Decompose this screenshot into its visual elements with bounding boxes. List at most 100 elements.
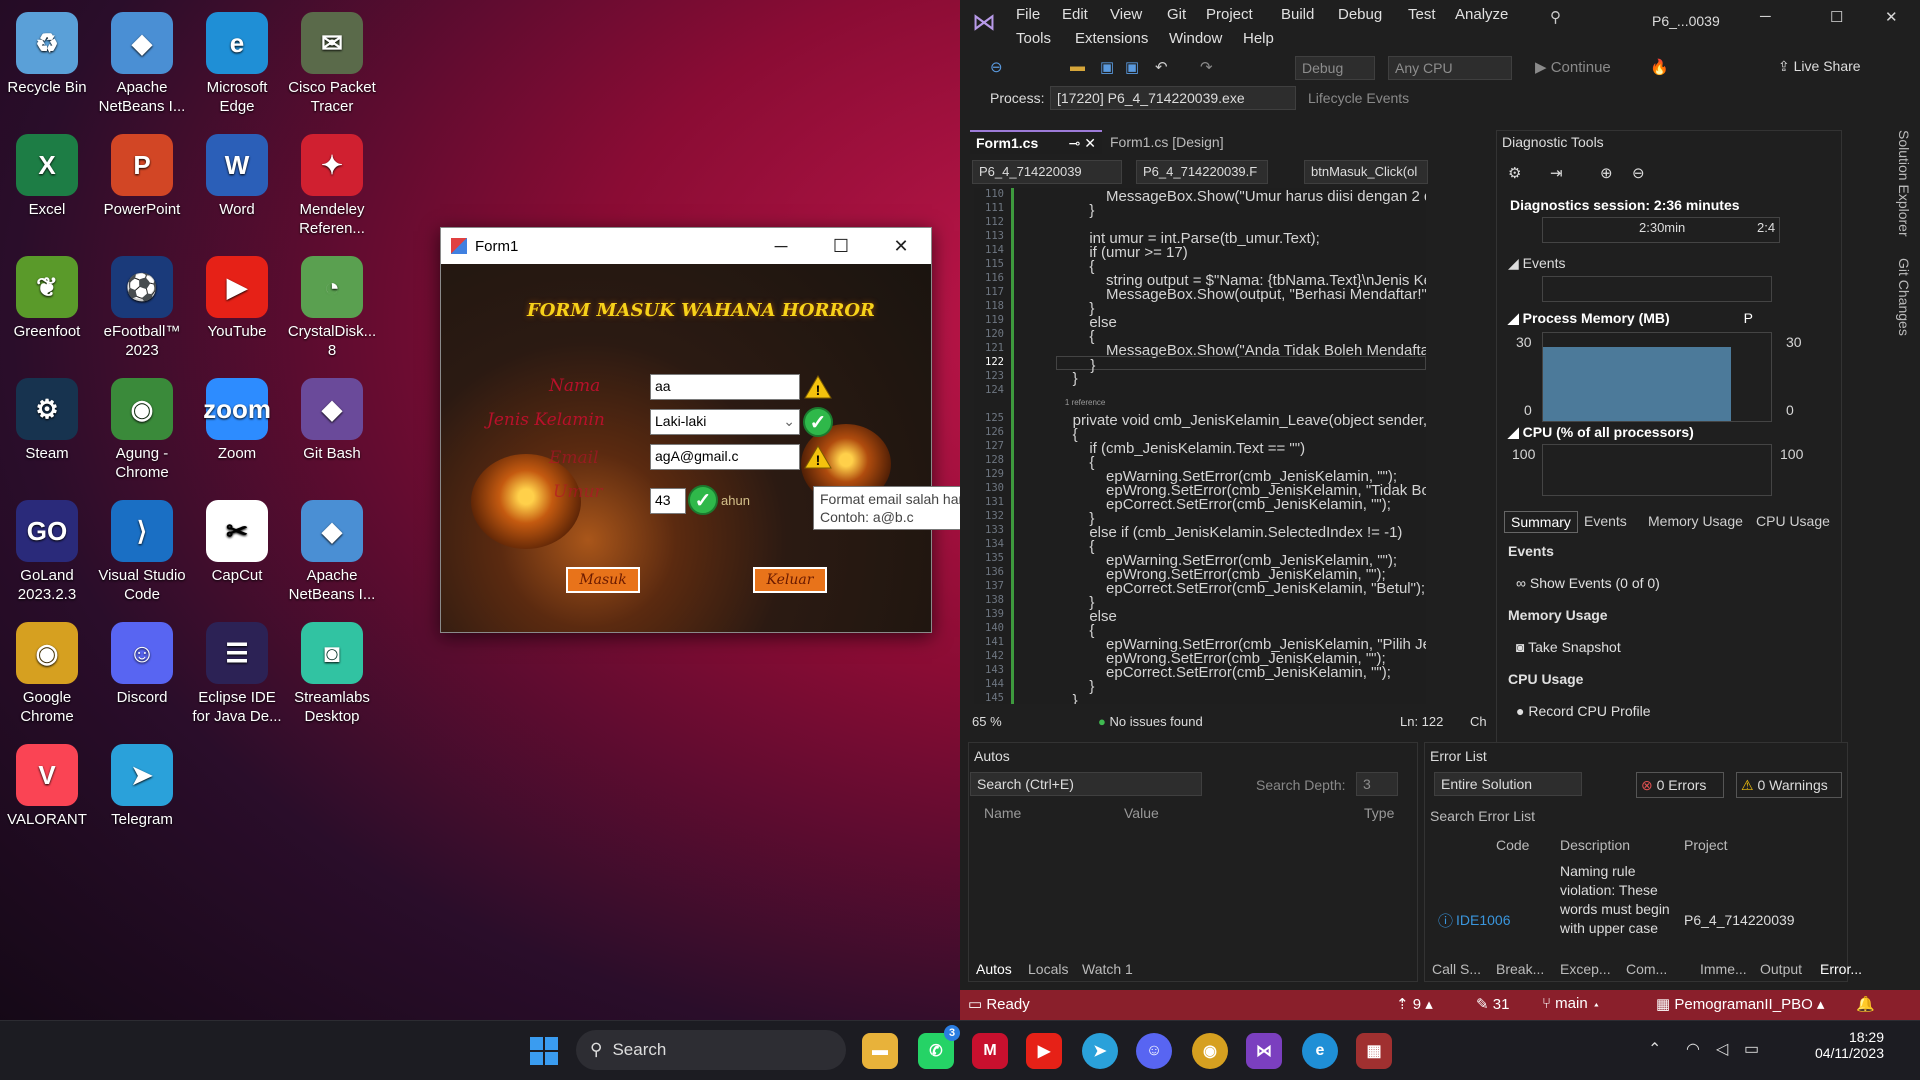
code-line[interactable]: epWrong.SetError(cmb_JenisKelamin, "");	[1056, 650, 1386, 667]
search-icon[interactable]: ⚲	[1550, 8, 1561, 26]
diag-tab-cpu-usage[interactable]: CPU Usage	[1750, 511, 1836, 533]
status-up[interactable]: ⇡ 9 ▴	[1396, 995, 1433, 1013]
tab-form1-design[interactable]: Form1.cs [Design]	[1104, 132, 1254, 154]
take-snapshot-link[interactable]: ◙ Take Snapshot	[1516, 639, 1621, 655]
code-line[interactable]: }	[1056, 356, 1426, 374]
code-line[interactable]: }	[1056, 692, 1078, 704]
bottom-tab-4[interactable]: Imme...	[1700, 961, 1747, 977]
desktop-icon-efootball-2023[interactable]: ⚽ eFootball™ 2023	[96, 250, 188, 366]
diag-tab-events[interactable]: Events	[1578, 511, 1633, 533]
desktop-icon-git-bash[interactable]: ◆ Git Bash	[286, 372, 378, 488]
edge-icon[interactable]: e	[1302, 1033, 1338, 1069]
code-line[interactable]: epWarning.SetError(cmb_JenisKelamin, "Pi…	[1056, 636, 1426, 653]
code-line[interactable]: }	[1056, 678, 1094, 695]
tab-form1-cs[interactable]: Form1.cs ⊸ ✕	[970, 130, 1102, 154]
wifi-icon[interactable]: ◠	[1686, 1039, 1700, 1059]
continue-button[interactable]: ▶ Continue	[1535, 58, 1611, 76]
error-code[interactable]: IDE1006	[1456, 912, 1510, 928]
menu-project[interactable]: Project	[1206, 6, 1253, 23]
autos-tab[interactable]: Autos	[976, 961, 1012, 977]
desktop-icon-streamlabs-desktop[interactable]: ◙ Streamlabs Desktop	[286, 616, 378, 732]
timeline-ruler[interactable]: 2:30min 2:4	[1542, 217, 1780, 243]
vs-minimize-button[interactable]: ─	[1760, 8, 1771, 25]
taskbar-search[interactable]: ⚲ Search	[576, 1030, 846, 1070]
bottom-tab-2[interactable]: Excep...	[1560, 961, 1611, 977]
desktop-icon-word[interactable]: W Word	[191, 128, 283, 244]
code-line[interactable]: {	[1056, 538, 1094, 555]
code-line[interactable]: {	[1056, 622, 1094, 639]
umur-input[interactable]: 43	[650, 488, 686, 514]
code-line[interactable]: }	[1056, 510, 1094, 527]
code-line[interactable]: epCorrect.SetError(cmb_JenisKelamin, "")…	[1056, 664, 1391, 681]
desktop-icon-recycle-bin[interactable]: ♻ Recycle Bin	[1, 6, 93, 122]
desktop-icon-microsoft-edge[interactable]: e Microsoft Edge	[191, 6, 283, 122]
code-line[interactable]: {	[1056, 328, 1094, 345]
email-input[interactable]: agA@gmail.c	[650, 444, 800, 470]
save-all-icon[interactable]: ▣	[1125, 58, 1139, 76]
code-line[interactable]: else	[1056, 608, 1117, 625]
menu-file[interactable]: File	[1016, 6, 1040, 23]
process-select[interactable]: [17220] P6_4_714220039.exe	[1050, 86, 1296, 110]
telegram-icon[interactable]: ➤	[1082, 1033, 1118, 1069]
warnings-filter[interactable]: ⚠ 0 Warnings	[1736, 772, 1842, 798]
desktop-icon-discord[interactable]: ☺ Discord	[96, 616, 188, 732]
code-editor[interactable]: 110 MessageBox.Show("Umur harus diisi de…	[974, 188, 1426, 704]
open-icon[interactable]: ▬	[1070, 58, 1085, 75]
masuk-button[interactable]: Masuk	[566, 567, 640, 593]
notification-icon[interactable]: 🔔	[1856, 995, 1875, 1013]
class-nav[interactable]: P6_4_714220039.F	[1136, 160, 1268, 184]
code-line[interactable]: if (cmb_JenisKelamin.Text == "")	[1056, 440, 1305, 457]
error-row[interactable]: ⓘ IDE1006 Naming rule violation: These w…	[1430, 862, 1826, 938]
youtube-icon[interactable]: ▶	[1026, 1033, 1062, 1069]
code-line[interactable]: else if (cmb_JenisKelamin.SelectedIndex …	[1056, 524, 1402, 541]
chrome-icon[interactable]: ◉	[1192, 1033, 1228, 1069]
desktop-icon-zoom[interactable]: zoom Zoom	[191, 372, 283, 488]
hot-reload-icon[interactable]: 🔥	[1650, 58, 1669, 76]
diag-tab-summary[interactable]: Summary	[1504, 511, 1578, 533]
mcafee-icon[interactable]: M	[972, 1033, 1008, 1069]
vs-close-button[interactable]: ✕	[1885, 8, 1898, 26]
desktop-icon-apache-netbeans-i[interactable]: ◆ Apache NetBeans I...	[96, 6, 188, 122]
code-line[interactable]: epCorrect.SetError(cmb_JenisKelamin, "")…	[1056, 496, 1391, 513]
config-select[interactable]: Debug	[1295, 56, 1375, 80]
desktop-icon-steam[interactable]: ⚙ Steam	[1, 372, 93, 488]
search-depth-select[interactable]: 3	[1356, 772, 1398, 796]
maximize-button[interactable]: ☐	[811, 228, 871, 264]
menu-window[interactable]: Window	[1169, 30, 1222, 47]
close-icon[interactable]: ⊸ ✕	[1069, 135, 1096, 152]
code-line[interactable]: epWarning.SetError(cmb_JenisKelamin, "")…	[1056, 468, 1397, 485]
code-line[interactable]: epWarning.SetError(cmb_JenisKelamin, "")…	[1056, 552, 1397, 569]
desktop-icon-greenfoot[interactable]: ❦ Greenfoot	[1, 250, 93, 366]
close-button[interactable]: ✕	[871, 228, 931, 264]
live-share-button[interactable]: ⇪ Live Share	[1778, 58, 1861, 75]
code-line[interactable]: int umur = int.Parse(tb_umur.Text);	[1056, 230, 1320, 247]
error-scope-select[interactable]: Entire Solution	[1434, 772, 1582, 796]
menu-view[interactable]: View	[1110, 6, 1142, 23]
undo-icon[interactable]: ↶	[1155, 58, 1168, 76]
project-nav[interactable]: P6_4_714220039	[972, 160, 1122, 184]
select-tools-icon[interactable]: ⇥	[1550, 164, 1563, 182]
volume-icon[interactable]: ◁	[1716, 1039, 1728, 1059]
platform-select[interactable]: Any CPU	[1388, 56, 1512, 80]
error-search[interactable]: Search Error List	[1430, 808, 1535, 824]
desktop-icon-goland-2023-2-3[interactable]: GO GoLand 2023.2.3	[1, 494, 93, 610]
zoom-level[interactable]: 65 %	[972, 714, 1002, 729]
code-line[interactable]: {	[1056, 454, 1094, 471]
code-line[interactable]: }	[1056, 594, 1094, 611]
code-line[interactable]: epCorrect.SetError(cmb_JenisKelamin, "Be…	[1056, 580, 1425, 597]
nama-input[interactable]: aa	[650, 374, 800, 400]
autos-search[interactable]: Search (Ctrl+E)	[970, 772, 1202, 796]
branch-button[interactable]: ⑂ main ▴	[1542, 995, 1601, 1012]
tray-chevron-icon[interactable]: ⌃	[1648, 1039, 1661, 1059]
menu-edit[interactable]: Edit	[1062, 6, 1088, 23]
show-events-link[interactable]: ∞ Show Events (0 of 0)	[1516, 575, 1660, 591]
bottom-tab-5[interactable]: Output	[1760, 961, 1802, 977]
diag-tab-memory-usage[interactable]: Memory Usage	[1642, 511, 1749, 533]
form1-titlebar[interactable]: Form1 ─ ☐ ✕	[441, 228, 931, 264]
bottom-tab-0[interactable]: Call S...	[1432, 961, 1481, 977]
zoom-in-icon[interactable]: ⊕	[1600, 164, 1613, 182]
vs-maximize-button[interactable]: ☐	[1830, 8, 1843, 26]
desktop-icon-excel[interactable]: X Excel	[1, 128, 93, 244]
desktop-icon-valorant[interactable]: V VALORANT	[1, 738, 93, 854]
code-line[interactable]: {	[1056, 426, 1078, 443]
